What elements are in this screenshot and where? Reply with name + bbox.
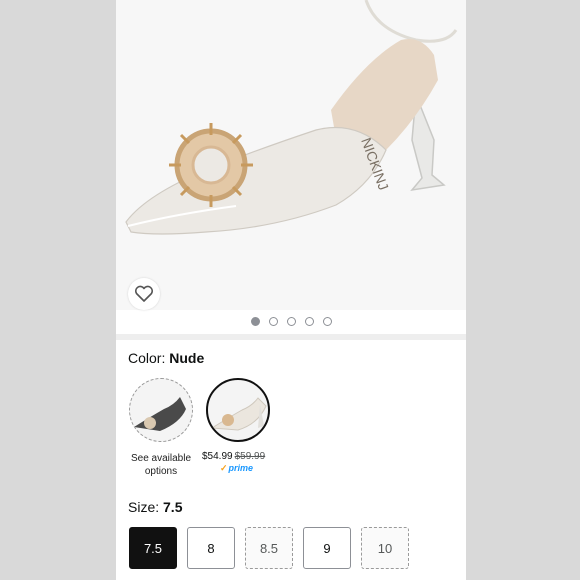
right-backdrop	[466, 0, 580, 580]
color-option-nude[interactable]	[206, 378, 270, 442]
image-pager	[116, 317, 466, 326]
pager-dot-4[interactable]	[304, 317, 314, 326]
heart-outline-icon	[134, 285, 154, 302]
color-label: Color:	[128, 350, 170, 366]
product-image[interactable]: NICKINJ	[116, 0, 466, 310]
pager-dot-3[interactable]	[286, 317, 296, 326]
size-option-8[interactable]: 8	[187, 527, 235, 569]
color-heading: Color: Nude	[128, 350, 204, 366]
size-selector: 7.5 8 8.5 9 10	[129, 527, 409, 569]
prime-check-icon: ✓	[220, 463, 228, 473]
prime-badge: ✓prime	[220, 463, 253, 474]
product-screen: NICKINJ Color: Nude See available option…	[116, 0, 466, 580]
price-list: $59.99	[234, 451, 266, 462]
size-value: 7.5	[163, 499, 183, 515]
price-current: $54.99	[202, 451, 233, 462]
color-option-black[interactable]	[129, 378, 193, 442]
color-value: Nude	[169, 350, 205, 366]
pager-dot-1[interactable]	[250, 317, 260, 326]
pager-dot-5[interactable]	[322, 317, 332, 326]
size-option-7-5[interactable]: 7.5	[129, 527, 177, 569]
size-option-9[interactable]: 9	[303, 527, 351, 569]
pager-dot-2[interactable]	[268, 317, 278, 326]
nude-shoe-thumbnail	[210, 397, 267, 431]
prime-label: prime	[228, 463, 254, 473]
size-option-8-5[interactable]: 8.5	[245, 527, 293, 569]
left-backdrop	[0, 0, 116, 580]
section-divider	[116, 334, 466, 340]
see-available-options[interactable]: See available options	[121, 452, 201, 478]
size-label: Size:	[128, 499, 164, 515]
size-heading: Size: 7.5	[128, 499, 182, 515]
option-price: $54.99 $59.99	[202, 451, 282, 462]
size-option-10[interactable]: 10	[361, 527, 409, 569]
shoe-illustration: NICKINJ	[125, 0, 458, 235]
black-shoe-thumbnail	[134, 397, 186, 431]
favorite-button[interactable]	[128, 278, 160, 310]
